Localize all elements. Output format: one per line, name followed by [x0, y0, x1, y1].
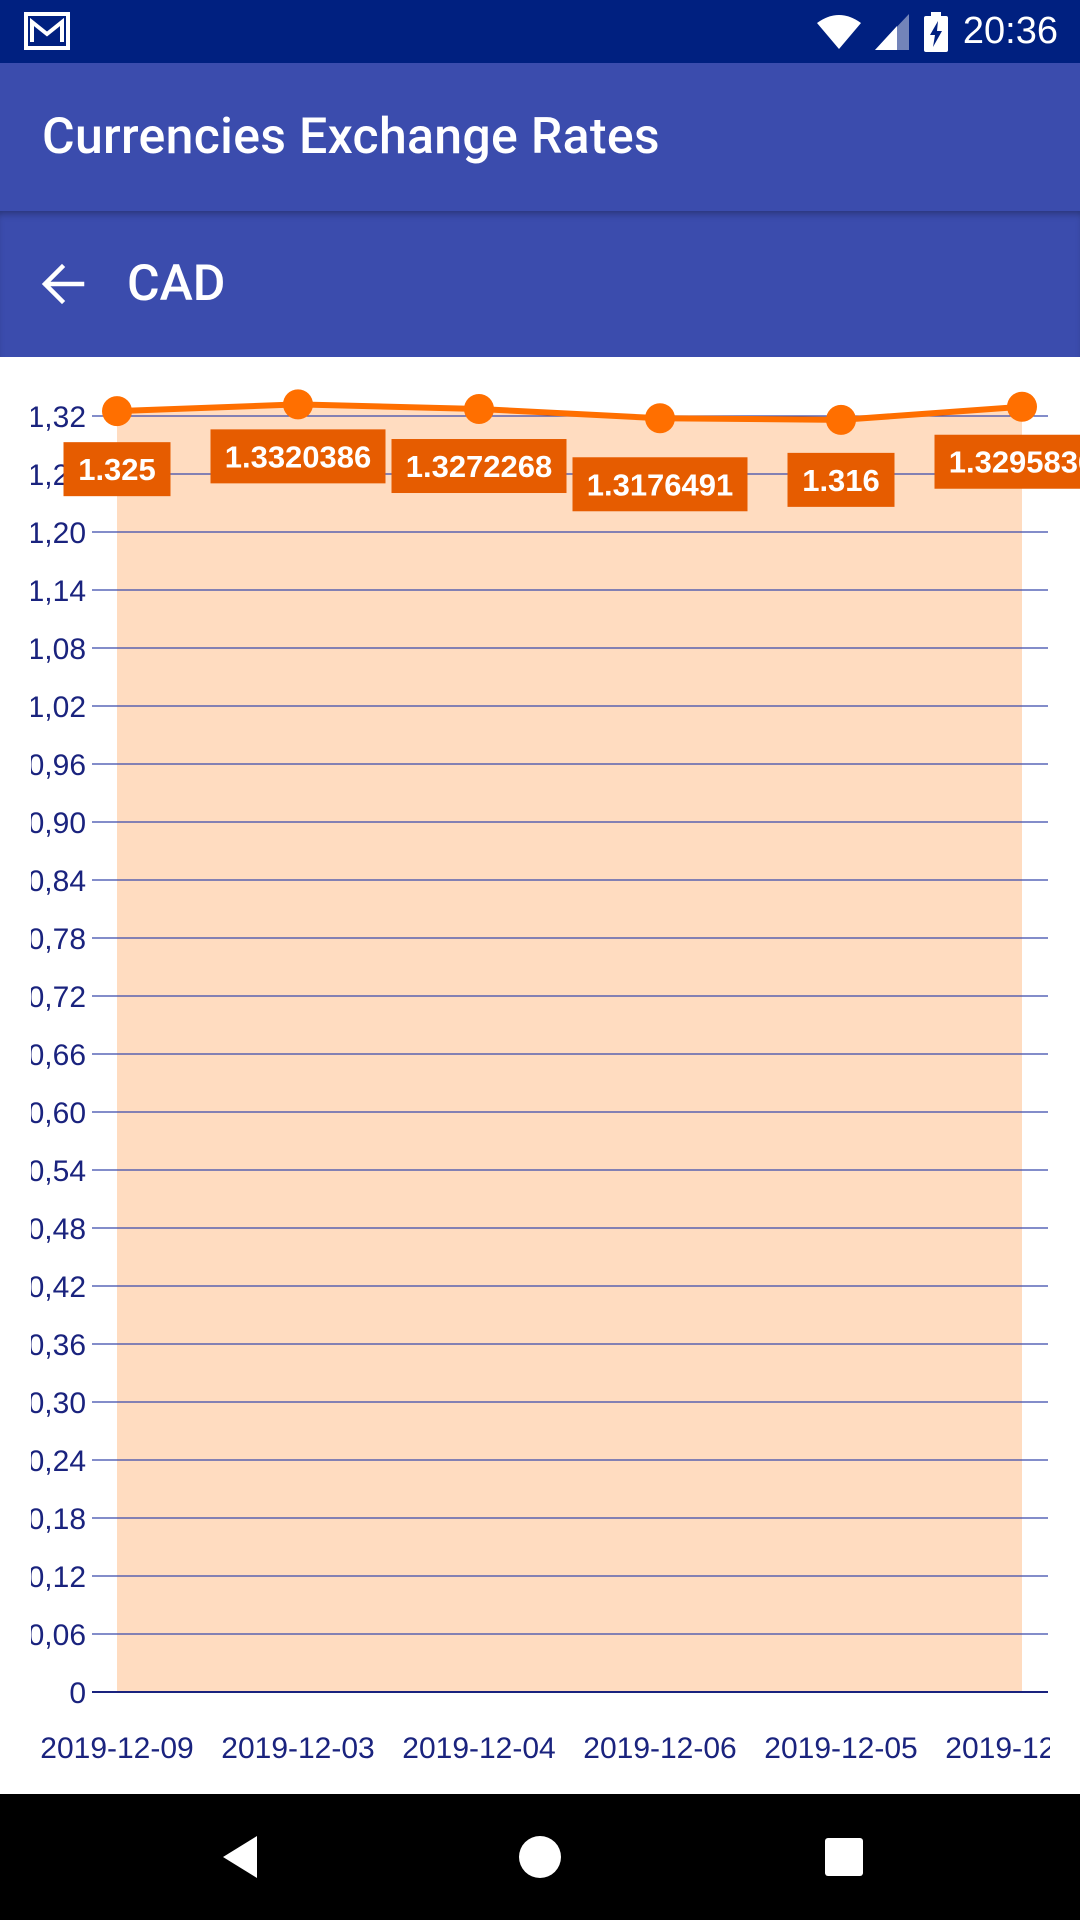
y-tick-label: 1,02	[28, 691, 86, 724]
wifi-icon	[816, 14, 861, 49]
y-tick-label: 1,14	[28, 575, 86, 608]
y-tick-label: 1,32	[28, 401, 86, 434]
y-tick-label: 0,72	[28, 981, 86, 1014]
y-tick-label: 0,24	[28, 1445, 86, 1478]
y-tick-label: 0,60	[28, 1097, 86, 1130]
app-bar: Currencies Exchange Rates	[0, 63, 1080, 211]
y-tick-label: 0,42	[28, 1271, 86, 1304]
status-time: 20:36	[962, 10, 1058, 52]
data-point	[826, 404, 856, 435]
x-label-clip	[1050, 1712, 1080, 1792]
data-label: 1.3176491	[587, 467, 734, 502]
y-tick-label: 0,06	[28, 1619, 86, 1652]
y-tick-label: 0,18	[28, 1503, 86, 1536]
x-tick-label: 2019-12-03	[221, 1732, 374, 1765]
y-tick-label: 0,36	[28, 1329, 86, 1362]
data-point	[1007, 391, 1037, 422]
gmail-notification-icon	[24, 12, 70, 50]
y-tick-label: 0,12	[28, 1561, 86, 1594]
y-tick-label: 0	[69, 1677, 86, 1710]
y-tick-label: 0,84	[28, 865, 86, 898]
x-tick-label: 2019-12-06	[583, 1732, 736, 1765]
back-arrow-icon[interactable]	[38, 259, 88, 309]
y-label-clip	[0, 357, 31, 1722]
data-label: 1.325	[78, 452, 156, 487]
status-bar: 20:36	[0, 0, 1080, 63]
data-point	[102, 396, 132, 427]
system-nav-bar	[0, 1794, 1080, 1920]
area-fill	[117, 404, 1022, 1692]
y-tick-label: 0,66	[28, 1039, 86, 1072]
y-tick-label: 0,90	[28, 807, 86, 840]
x-tick-label: 2019-12-04	[402, 1732, 555, 1765]
data-label: 1.3272268	[406, 449, 553, 484]
nav-back-icon[interactable]	[211, 1824, 277, 1890]
cell-signal-icon	[874, 13, 909, 50]
data-label: 1.3320386	[225, 439, 372, 474]
currency-toolbar: CAD	[0, 211, 1080, 357]
data-label: 1.316	[802, 463, 880, 498]
data-label: 1.3295836	[949, 445, 1080, 480]
y-tick-label: 0,30	[28, 1387, 86, 1420]
app-title: Currencies Exchange Rates	[42, 108, 660, 166]
y-tick-label: 1,20	[28, 517, 86, 550]
y-tick-label: 0,96	[28, 749, 86, 782]
y-tick-label: 1,08	[28, 633, 86, 666]
nav-recents-icon[interactable]	[811, 1824, 877, 1890]
y-tick-label: 0,54	[28, 1155, 86, 1188]
y-tick-label: 0,78	[28, 923, 86, 956]
y-tick-label: 0,48	[28, 1213, 86, 1246]
x-tick-label: 2019-12-09	[40, 1732, 193, 1765]
x-tick-label: 2019-12-05	[764, 1732, 917, 1765]
data-point	[464, 394, 494, 425]
battery-charging-icon	[923, 11, 948, 52]
data-point	[283, 389, 313, 420]
data-point	[645, 403, 675, 434]
rate-chart: 0 0,06 0,12 0,18 0,24 0,30 0,36 0,42 0,48 0,54 0,6…	[0, 357, 1080, 1794]
nav-home-icon[interactable]	[507, 1824, 573, 1890]
chart-svg: 0 0,06 0,12 0,18 0,24 0,30 0,36 0,42 0,48 0,54 0,6…	[0, 357, 1080, 1792]
currency-code: CAD	[127, 255, 226, 313]
